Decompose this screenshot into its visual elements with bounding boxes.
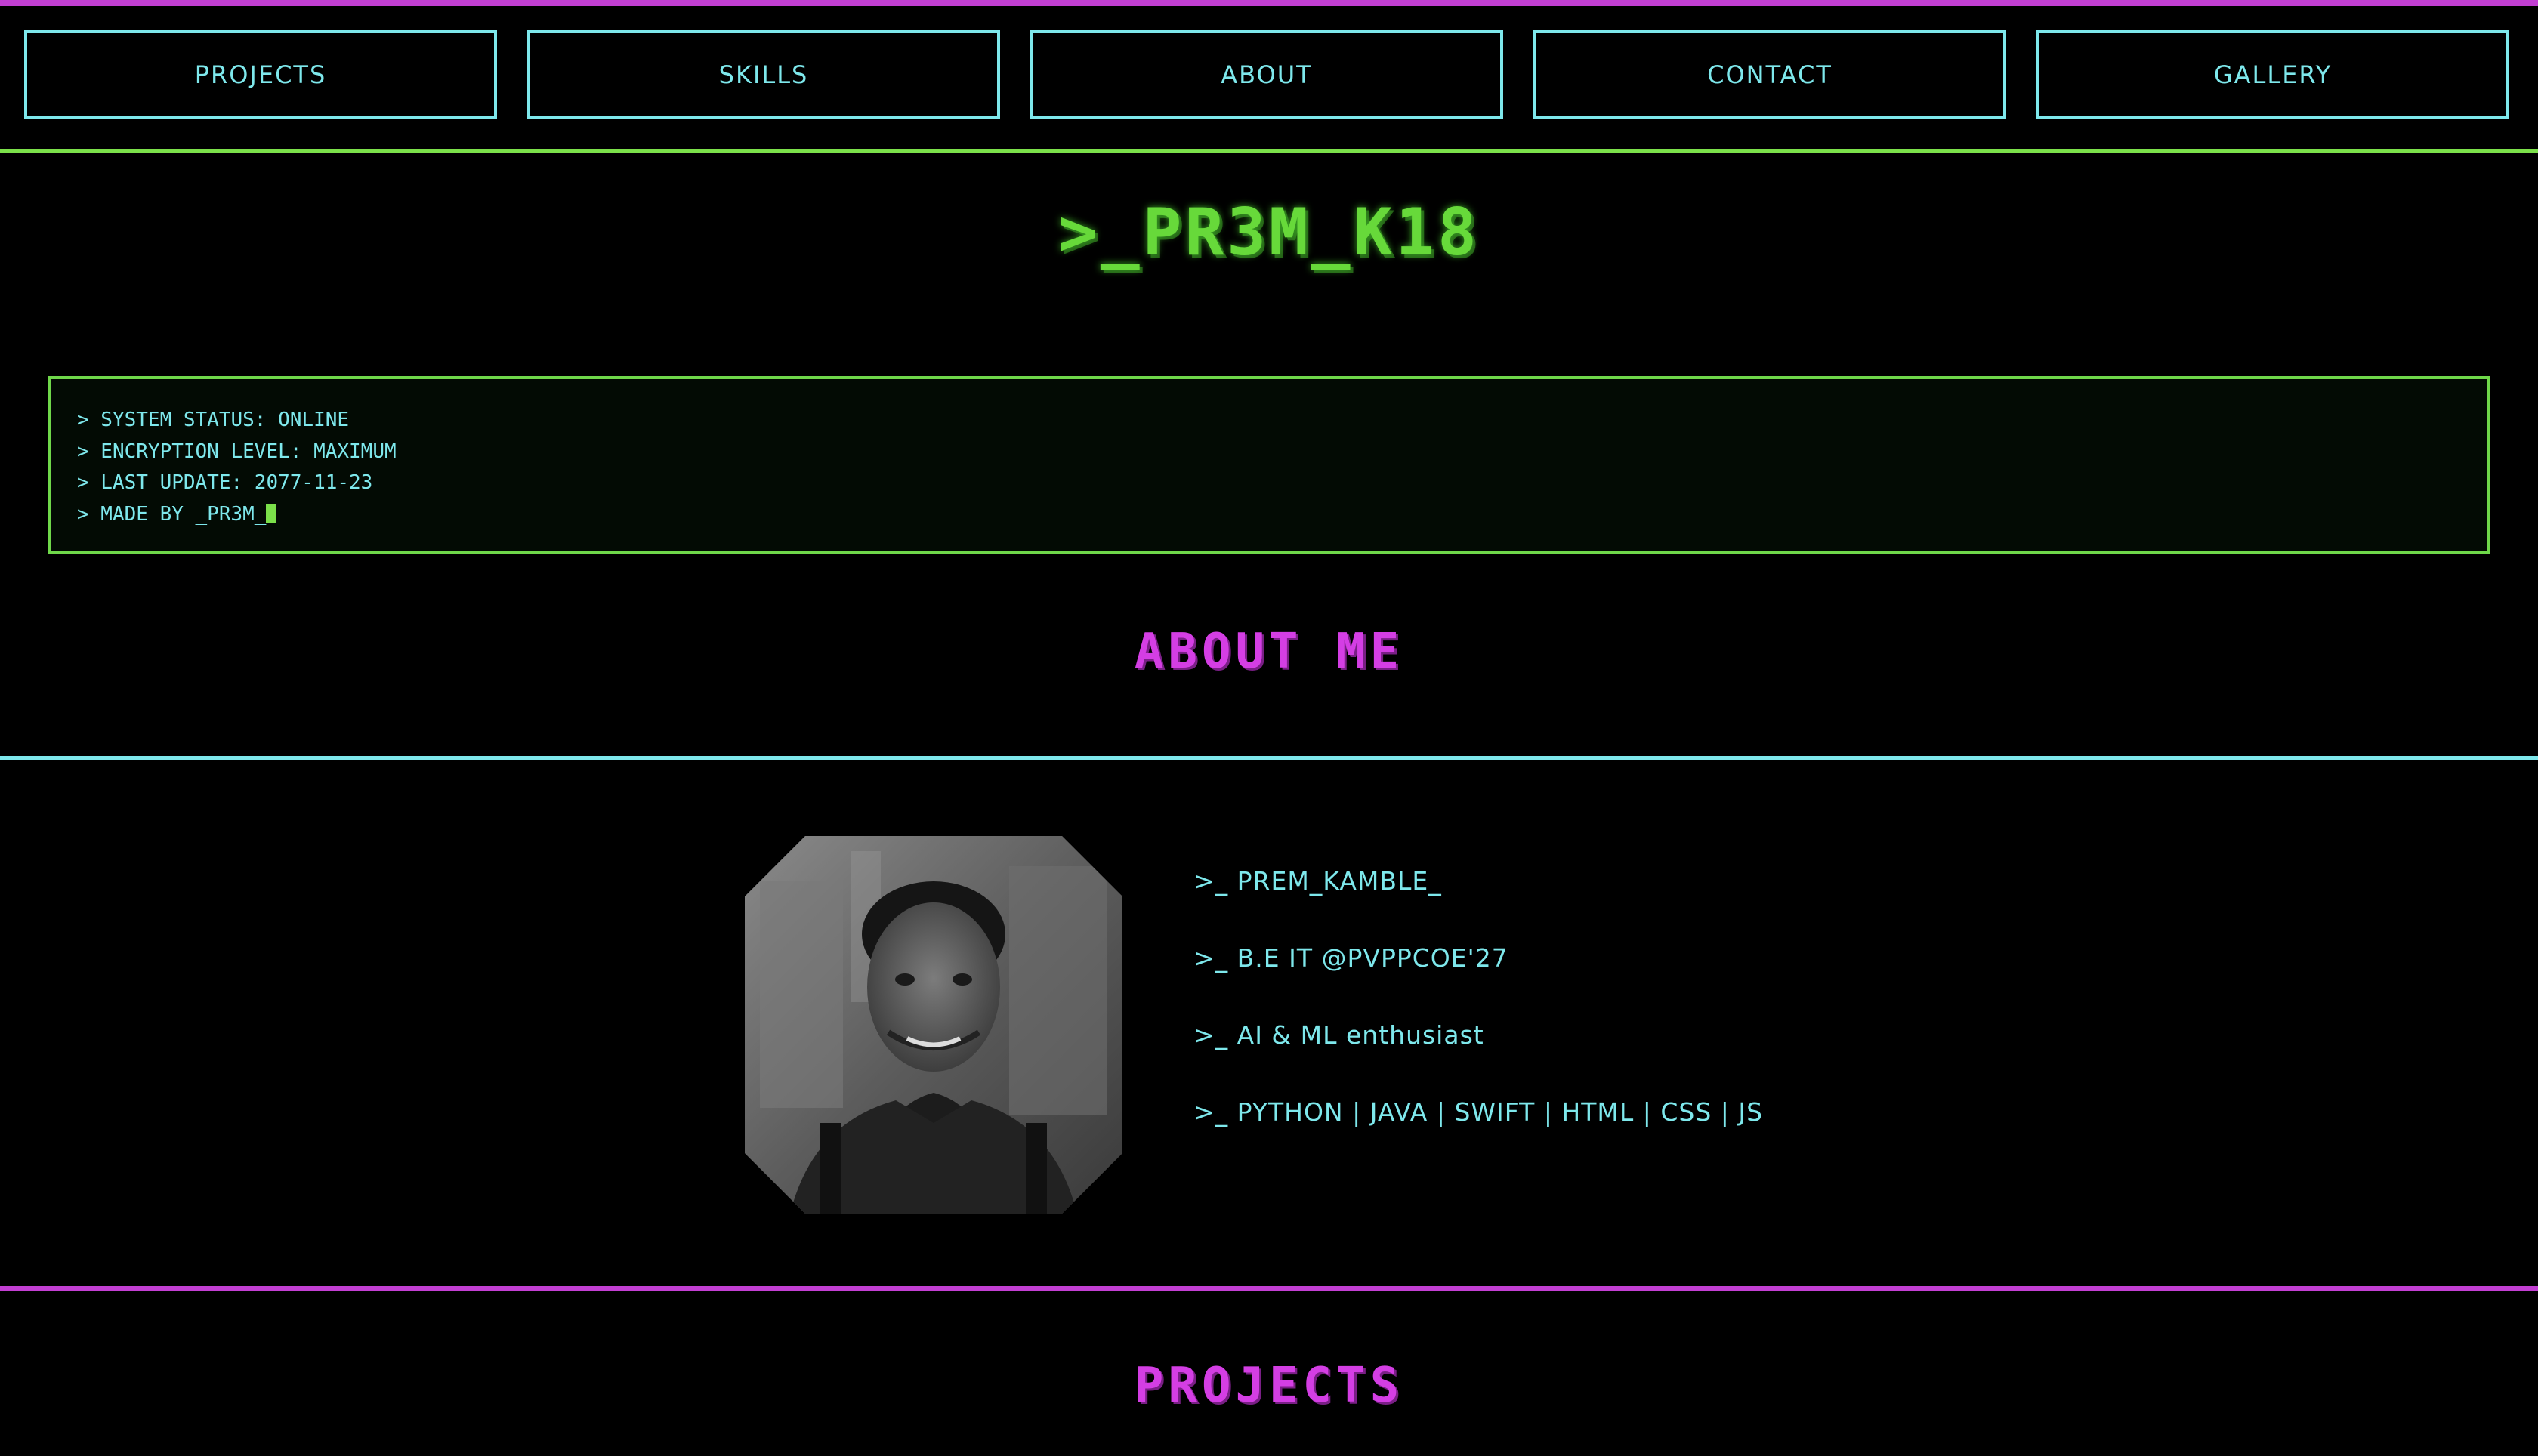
- about-info: >_ PREM_KAMBLE_ >_ B.E IT @PVPPCOE'27 >_…: [1193, 868, 1763, 1177]
- profile-photo-graphic: [745, 836, 1122, 1214]
- about-skills: >_ PYTHON | JAVA | SWIFT | HTML | CSS | …: [1193, 1097, 1764, 1127]
- projects-divider: [0, 1286, 2538, 1291]
- about-education: >_ B.E IT @PVPPCOE'27: [1193, 943, 1508, 973]
- top-accent-line: [0, 0, 2538, 6]
- nav-skills-button[interactable]: SKILLS: [527, 30, 1000, 119]
- terminal-cursor: [266, 503, 277, 523]
- about-interest: >_ AI & ML enthusiast: [1193, 1020, 1484, 1050]
- terminal-line: > SYSTEM STATUS: ONLINE: [77, 409, 350, 431]
- nav-divider: [0, 149, 2538, 153]
- about-name: >_ PREM_KAMBLE_: [1193, 866, 1442, 896]
- terminal-line: > LAST UPDATE: 2077-11-23: [77, 471, 373, 494]
- terminal-line: > ENCRYPTION LEVEL: MAXIMUM: [77, 440, 397, 463]
- nav-gallery-button[interactable]: GALLERY: [2036, 30, 2509, 119]
- about-divider: [0, 756, 2538, 760]
- site-logo: >_PR3M_K18: [1058, 195, 1480, 270]
- terminal-line-last: > MADE BY _PR3M_: [77, 499, 2487, 531]
- nav-about-button[interactable]: ABOUT: [1030, 30, 1503, 119]
- profile-photo: [745, 836, 1122, 1214]
- main-nav: PROJECTS SKILLS ABOUT CONTACT GALLERY: [0, 30, 2538, 124]
- about-section-title: ABOUT ME: [1134, 624, 1404, 680]
- nav-projects-button[interactable]: PROJECTS: [24, 30, 497, 119]
- projects-section-title: PROJECTS: [1134, 1358, 1404, 1414]
- terminal-line-text: > MADE BY _PR3M_: [77, 502, 267, 526]
- nav-contact-button[interactable]: CONTACT: [1533, 30, 2006, 119]
- status-terminal: > SYSTEM STATUS: ONLINE > ENCRYPTION LEV…: [48, 376, 2490, 554]
